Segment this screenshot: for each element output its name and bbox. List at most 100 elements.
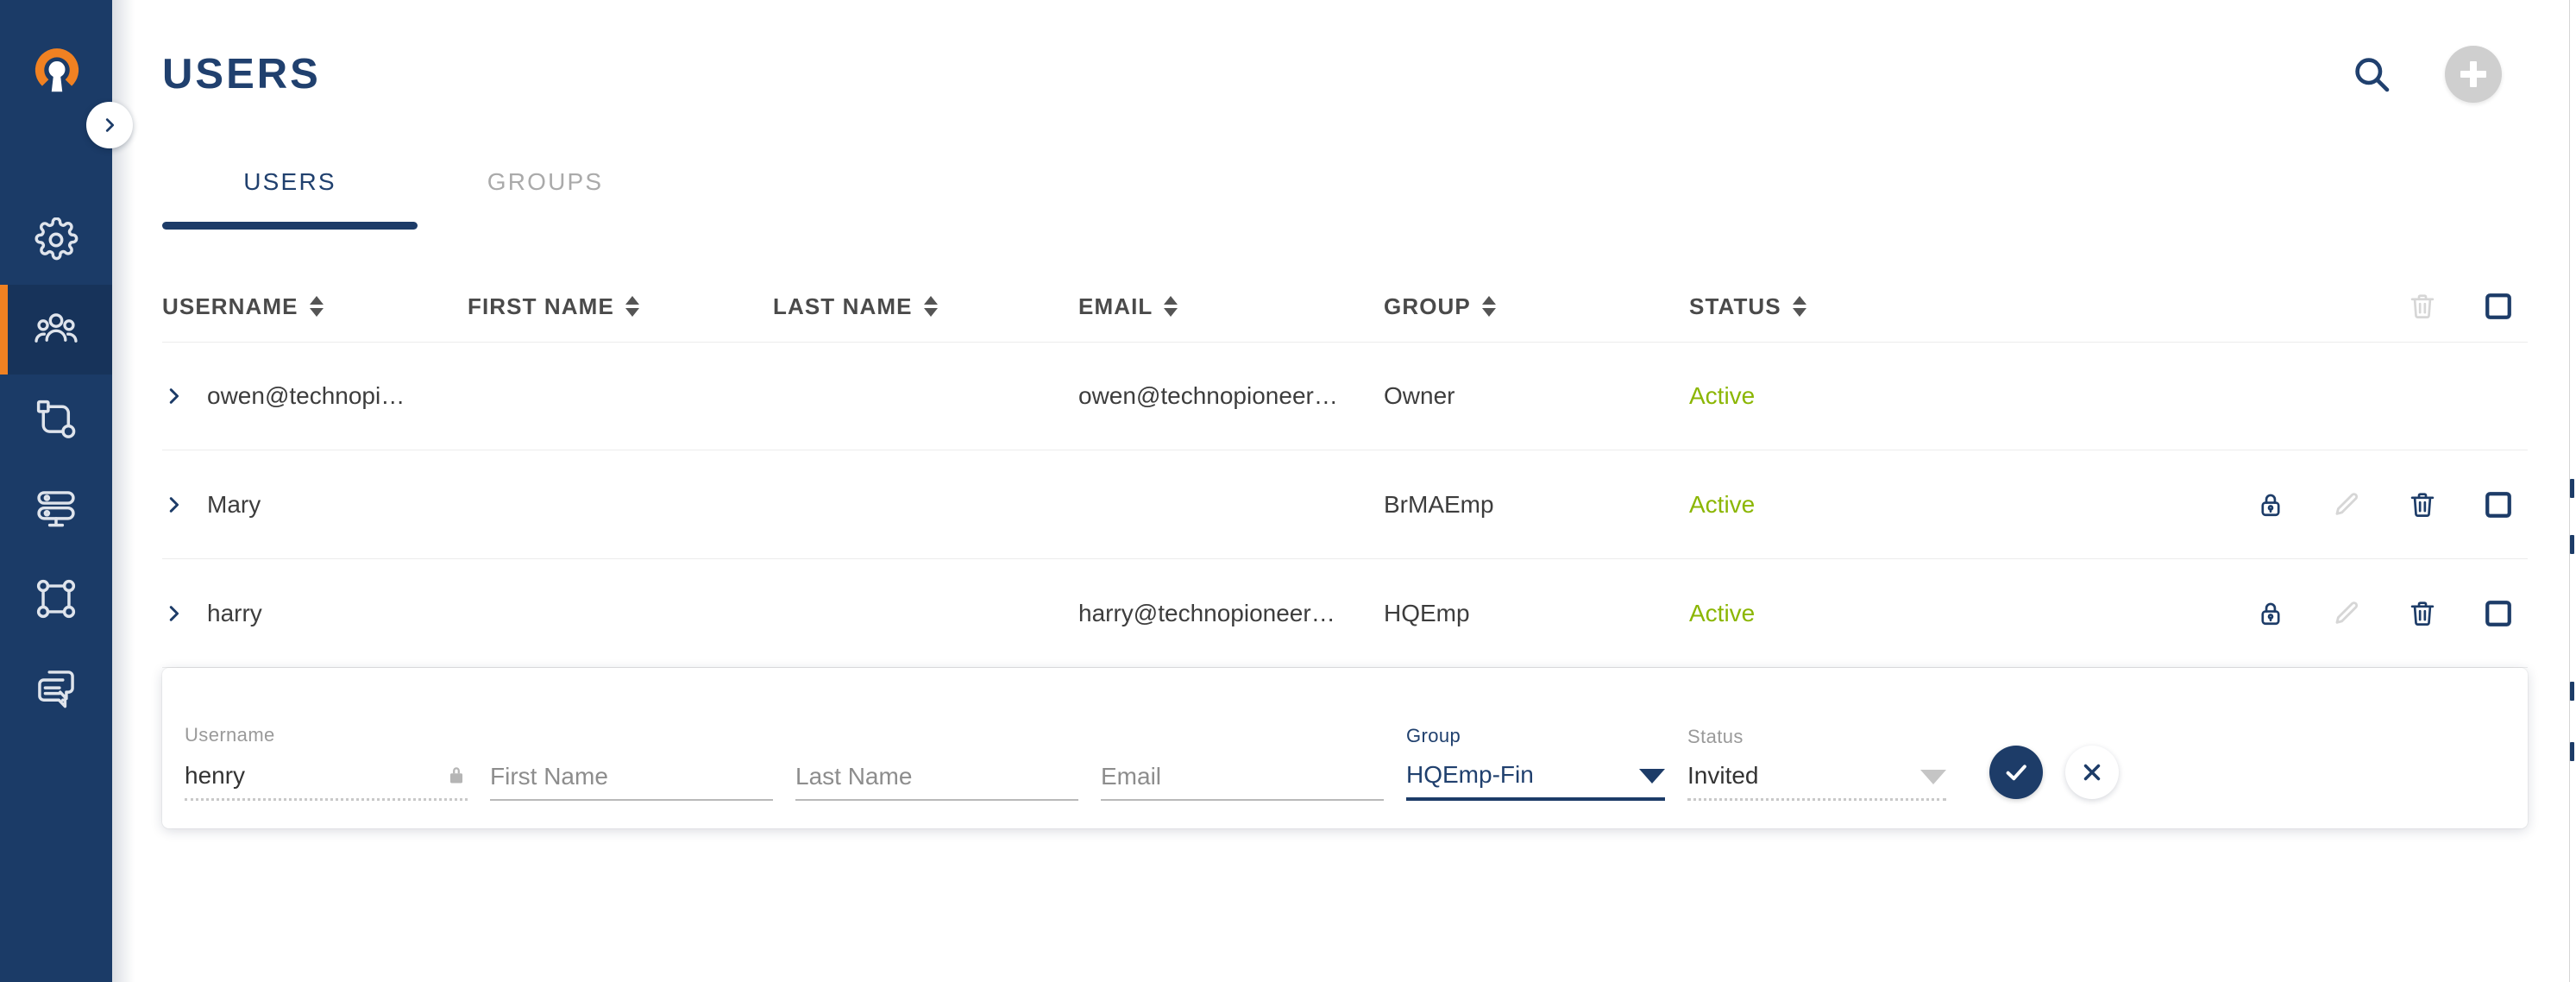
search-button[interactable] [2345,47,2398,101]
checkbox-icon [2485,293,2511,319]
tab-users-label: USERS [243,168,336,195]
column-header-username[interactable]: USERNAME [162,293,468,320]
cell-group: Owner [1384,382,1455,409]
edit-email-field[interactable]: Email [1101,765,1384,828]
delete-user-button[interactable] [2405,488,2440,522]
page-header: USERS [112,0,2576,148]
edit-first-name-placeholder: First Name [490,763,608,790]
main-content: USERS USERS GROUPS USERNAME FIRST NAME L… [112,0,2576,982]
cancel-button[interactable] [2065,746,2119,799]
cell-status: Active [1689,382,1756,409]
edit-username-label: Username [185,724,275,746]
sidebar-item-settings[interactable] [0,195,112,285]
users-table: USERNAME FIRST NAME LAST NAME EMAIL GROU… [112,271,2576,828]
offscreen-panel-edge [2569,0,2576,982]
sort-icon[interactable] [1164,296,1178,317]
close-icon [2083,764,2101,781]
column-label: GROUP [1384,293,1471,319]
sort-icon[interactable] [625,296,639,317]
select-all-checkbox[interactable] [2481,289,2516,324]
sidebar-item-network[interactable] [0,375,112,464]
sort-icon[interactable] [309,296,324,317]
sort-icon[interactable] [1792,296,1806,317]
sidebar [0,0,133,982]
column-header-status[interactable]: STATUS [1689,293,1995,320]
column-label: STATUS [1689,293,1781,319]
delete-selected-button[interactable] [2405,289,2440,324]
table-header-row: USERNAME FIRST NAME LAST NAME EMAIL GROU… [162,271,2528,342]
edit-group-field[interactable]: Group HQEmp-Fin [1406,725,1665,828]
servers-icon [37,491,75,527]
sidebar-item-messages[interactable] [0,644,112,733]
table-row[interactable]: owen@technopi… owen@technopioneer… Owner… [162,342,2528,450]
sort-icon[interactable] [923,296,938,317]
cell-status: Active [1689,490,1756,518]
edit-group-label: Group [1406,725,1461,746]
cell-group: HQEmp [1384,599,1470,626]
row-select-checkbox[interactable] [2481,488,2516,522]
table-header-actions [1995,289,2528,324]
cell-status: Active [1689,599,1756,626]
tab-bar: USERS GROUPS [112,148,2576,230]
checkbox-icon [2485,491,2511,518]
reset-password-button[interactable] [2253,488,2288,522]
username-text: Mary [207,490,261,518]
table-body: owen@technopi… owen@technopioneer… Owner… [162,342,2528,668]
sort-icon[interactable] [1481,296,1496,317]
edit-username-field[interactable]: Username henry [185,724,468,828]
edit-status-field[interactable]: Status Invited [1687,726,1946,828]
tab-groups[interactable]: GROUPS [418,148,673,230]
reset-password-button[interactable] [2253,596,2288,631]
inline-edit-row: Username henry First Name Last Name Emai… [162,668,2528,828]
username-lock-icon-wrap [445,762,468,788]
column-header-first-name[interactable]: FIRST NAME [468,293,773,320]
add-user-button[interactable] [2445,46,2502,103]
search-icon [2355,58,2390,92]
lock-icon [2261,602,2280,625]
column-label: EMAIL [1078,293,1153,319]
row-select-checkbox[interactable] [2481,596,2516,631]
column-header-group[interactable]: GROUP [1384,293,1689,320]
trash-icon [2410,294,2435,318]
edit-user-button[interactable] [2329,488,2364,522]
username-text: harry [207,599,262,626]
row-expand-button[interactable] [162,382,185,410]
pencil-icon [2335,601,2359,624]
network-icon [36,400,76,438]
column-header-last-name[interactable]: LAST NAME [773,293,1078,320]
row-expand-button[interactable] [162,600,185,627]
row-expand-button[interactable] [162,491,185,519]
cell-username: harry [162,600,468,627]
tab-users[interactable]: USERS [162,148,418,230]
row-actions [1995,596,2528,631]
edit-group-value: HQEmp-Fin [1406,761,1534,788]
sidebar-item-topology[interactable] [0,554,112,644]
delete-user-button[interactable] [2405,596,2440,631]
table-row[interactable]: Mary BrMAEmp Active [162,450,2528,559]
header-actions [2345,46,2502,103]
edit-row-buttons [1989,746,2119,799]
column-header-email[interactable]: EMAIL [1078,293,1384,320]
cell-email: owen@technopioneer… [1078,382,1338,409]
edit-first-name-field[interactable]: First Name [490,765,773,828]
confirm-button[interactable] [1989,746,2043,799]
edit-status-label: Status [1687,726,1744,747]
row-actions [1995,488,2528,522]
chevron-right-icon [169,496,179,513]
edit-email-placeholder: Email [1101,763,1162,790]
edit-user-button[interactable] [2329,596,2364,631]
trash-icon [2410,492,2435,517]
edit-last-name-field[interactable]: Last Name [795,765,1078,828]
sidebar-item-users[interactable] [0,285,112,375]
cell-email: harry@technopioneer… [1078,599,1335,626]
chevron-right-icon [169,605,179,621]
sidebar-collapse-button[interactable] [86,102,133,148]
table-row[interactable]: harry harry@technopioneer… HQEmp Active [162,559,2528,668]
topology-icon [36,579,76,619]
chevron-down-icon[interactable] [1639,769,1665,784]
chevron-down-icon [1920,770,1946,784]
trash-icon [2410,601,2435,626]
users-icon [35,313,78,343]
pencil-icon [2335,492,2359,515]
sidebar-item-servers[interactable] [0,464,112,554]
